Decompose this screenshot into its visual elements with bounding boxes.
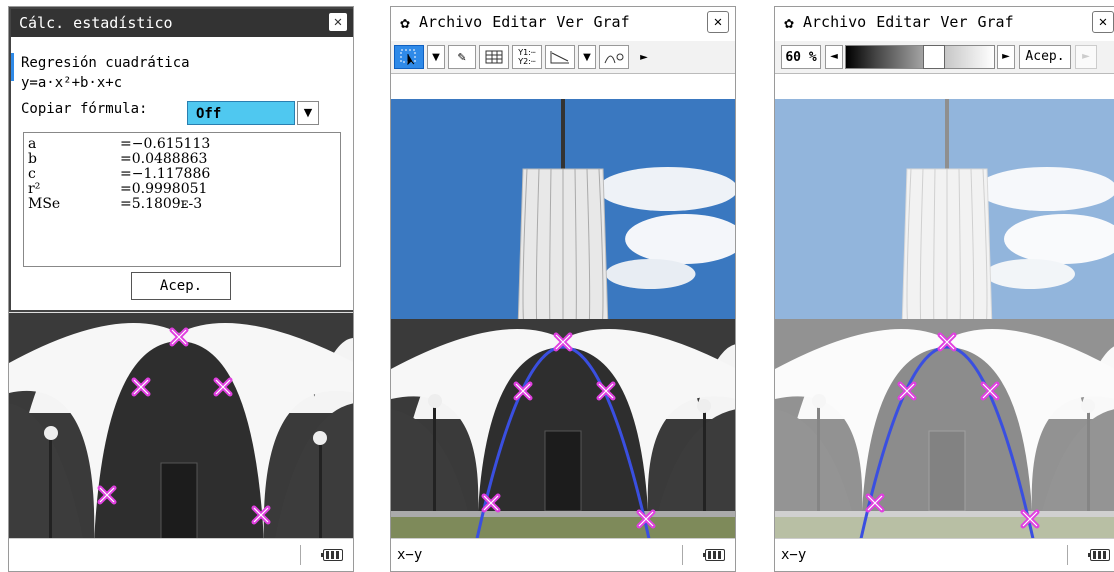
battery-icon: [703, 549, 725, 561]
opacity-toolbar: 60 % ◄ ► Acep. ►: [775, 41, 1114, 74]
result-key: b: [28, 151, 37, 167]
lamp-post: [433, 401, 436, 511]
photo-area: [391, 99, 735, 541]
chevron-down-icon[interactable]: ▼: [578, 45, 596, 69]
menu-editar[interactable]: Editar: [492, 13, 546, 31]
result-value: =−0.615113: [120, 136, 211, 152]
screen-opacity-view: ✿ Archivo Editar Ver Graf ✕ 60 % ◄ ► Ace…: [774, 6, 1114, 572]
stat-calc-dialog: Cálc. estadístico ✕ Regresión cuadrática…: [9, 7, 353, 312]
lamp-post: [703, 406, 706, 511]
graph-list-icon[interactable]: Y1:┄ Y2:┄: [512, 45, 542, 69]
result-value: =0.9998051: [120, 181, 208, 197]
table-icon[interactable]: [479, 45, 509, 69]
status-bar: [9, 538, 353, 571]
result-key: r²: [28, 181, 41, 197]
status-separator: [1067, 545, 1068, 565]
lamp: [313, 431, 327, 445]
menu-graf[interactable]: Graf: [594, 13, 630, 31]
opacity-percent: 60 %: [781, 45, 821, 69]
close-icon[interactable]: ✕: [329, 13, 347, 31]
result-value: =5.1809ᴇ-3: [120, 196, 203, 212]
gear-icon[interactable]: ✿: [775, 13, 803, 32]
close-icon[interactable]: ✕: [1092, 11, 1114, 33]
status-separator: [682, 545, 683, 565]
slider-thumb[interactable]: [923, 45, 945, 69]
lamp: [697, 399, 711, 413]
cathedral-photo: [391, 99, 735, 541]
screen-statistics-dialog: Cálc. estadístico ✕ Regresión cuadrática…: [8, 6, 354, 572]
lamp: [44, 426, 58, 440]
gear-icon[interactable]: ✿: [391, 13, 419, 32]
select-icon[interactable]: [394, 45, 424, 69]
pencil-icon[interactable]: ✎: [448, 45, 476, 69]
cathedral-photo: [775, 99, 1114, 541]
status-bar: x−y: [775, 538, 1114, 571]
slider-left-icon[interactable]: ◄: [825, 45, 843, 69]
chevron-down-icon[interactable]: ▼: [427, 45, 445, 69]
menubar: ✿ Archivo Editar Ver Graf ✕: [391, 7, 735, 37]
opacity-overlay: [775, 99, 1114, 541]
status-bar: x−y: [391, 538, 735, 571]
chevron-right-icon: ►: [1075, 45, 1097, 69]
photo-area: [775, 99, 1114, 541]
battery-icon: [321, 549, 343, 561]
result-key: a: [28, 136, 37, 152]
menu-archivo[interactable]: Archivo: [803, 13, 866, 31]
slider-right-icon[interactable]: ►: [997, 45, 1015, 69]
menu-ver[interactable]: Ver: [556, 13, 583, 31]
menu-editar[interactable]: Editar: [876, 13, 930, 31]
chevron-right-icon[interactable]: ►: [635, 45, 653, 69]
spire: [561, 99, 565, 169]
door: [544, 430, 582, 512]
ok-button[interactable]: Acep.: [131, 272, 231, 300]
status-text: x−y: [781, 547, 807, 563]
focus-indicator: [11, 53, 14, 81]
menu-ver[interactable]: Ver: [940, 13, 967, 31]
chevron-down-icon[interactable]: ▼: [297, 101, 319, 125]
toolbar: ▼ ✎ Y1:┄ Y2:┄ ▼ ►: [391, 41, 735, 74]
steps: [391, 511, 735, 517]
regression-formula: y=a·x²+b·x+c: [21, 75, 123, 91]
regression-icon[interactable]: [545, 45, 575, 69]
status-separator: [300, 545, 301, 565]
curve-icon[interactable]: [599, 45, 629, 69]
menu-graf[interactable]: Graf: [978, 13, 1014, 31]
results-box: a =−0.615113 b =0.0488863 c =−1.117886 r…: [23, 132, 341, 267]
ok-button[interactable]: Acep.: [1019, 45, 1071, 69]
dialog-title: Cálc. estadístico: [19, 14, 173, 32]
result-value: =−1.117886: [120, 166, 211, 182]
menubar: ✿ Archivo Editar Ver Graf ✕: [775, 7, 1114, 37]
result-key: MSe: [28, 196, 61, 212]
opacity-slider[interactable]: [845, 45, 995, 69]
status-text: x−y: [397, 547, 423, 563]
cloud: [605, 259, 696, 289]
copy-formula-dropdown[interactable]: Off: [187, 101, 295, 125]
lamp-post: [319, 438, 322, 543]
close-icon[interactable]: ✕: [707, 11, 729, 33]
lamp-post: [49, 433, 52, 543]
result-key: c: [28, 166, 36, 182]
battery-icon: [1088, 549, 1110, 561]
menu-archivo[interactable]: Archivo: [419, 13, 482, 31]
lamp: [428, 394, 442, 408]
dialog-title-bar: Cálc. estadístico ✕: [11, 9, 353, 37]
result-value: =0.0488863: [120, 151, 208, 167]
screen-graph-view: ✿ Archivo Editar Ver Graf ✕ ▼ ✎ Y1:┄ Y2:…: [390, 6, 736, 572]
cloud: [597, 167, 735, 211]
regression-type: Regresión cuadrática: [21, 55, 190, 71]
copy-formula-label: Copiar fórmula:: [21, 101, 148, 117]
door: [160, 462, 198, 544]
